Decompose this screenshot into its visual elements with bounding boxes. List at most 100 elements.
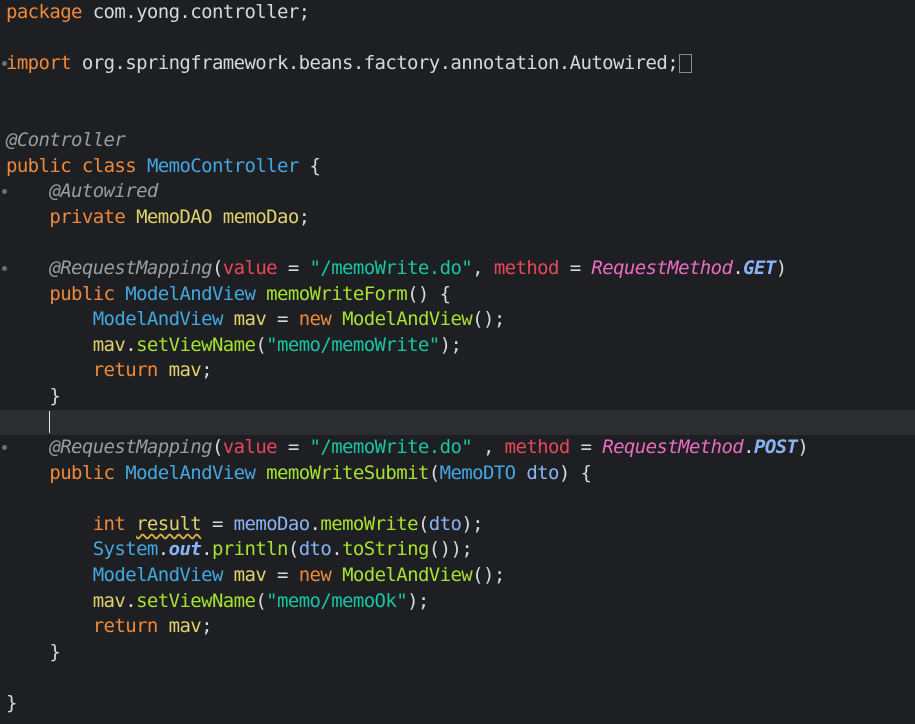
code-token-string: "/memoWrite.do" [309, 256, 473, 279]
code-token-default: ; [201, 359, 212, 382]
code-token-string: "memo/memoWrite" [266, 333, 440, 356]
fold-marker-icon[interactable] [2, 265, 7, 271]
code-line[interactable] [6, 230, 915, 256]
code-token-string: "memo/memoOk" [266, 589, 408, 612]
code-token-default: ); [407, 589, 429, 612]
code-token-default: ) [775, 256, 787, 279]
code-token-default: . [201, 538, 212, 561]
code-token-annotation: @RequestMapping [49, 436, 212, 459]
code-line[interactable]: return mav; [6, 614, 915, 640]
code-token-type: MemoDTO [439, 461, 516, 484]
code-line[interactable]: import org.springframework.beans.factory… [2, 51, 915, 77]
code-line[interactable]: public ModelAndView memoWriteForm() { [6, 282, 915, 308]
code-line[interactable]: } [6, 691, 915, 717]
code-token-default [158, 615, 169, 637]
code-line[interactable]: @Autowired [2, 179, 915, 205]
code-line[interactable]: } [6, 640, 915, 666]
code-line[interactable]: @Controller [6, 128, 915, 154]
code-token-method: memoWriteForm [266, 282, 408, 305]
code-line[interactable] [6, 102, 915, 128]
code-token-default: com.yong.controller; [81, 1, 310, 23]
code-token-default: , [472, 436, 505, 459]
code-token-default: ()); [428, 538, 473, 561]
code-token-identifier: mav [92, 333, 126, 356]
code-line[interactable]: @RequestMapping(value = "/memoWrite.do",… [2, 256, 915, 282]
code-token-default: = [569, 436, 603, 459]
code-editor[interactable]: package com.yong.controller; import org.s… [0, 0, 915, 724]
code-line[interactable]: @RequestMapping(value = "/memoWrite.do" … [2, 435, 915, 461]
code-token-default: ) [797, 436, 809, 459]
code-line[interactable]: public ModelAndView memoWriteSubmit(Memo… [6, 461, 915, 487]
code-token-default [6, 334, 93, 356]
code-token-method: setViewName [136, 333, 256, 356]
code-line[interactable]: int result = memoDao.memoWrite(dto); [6, 512, 915, 538]
fold-marker-icon[interactable] [2, 188, 7, 194]
code-token-identifier: result [136, 512, 202, 535]
code-line[interactable]: return mav; [6, 358, 915, 384]
code-line[interactable] [6, 77, 915, 103]
code-token-default [223, 564, 234, 586]
code-line[interactable]: System.out.println(dto.toString()); [6, 537, 915, 563]
code-token-default [114, 283, 125, 305]
code-token-default: = [266, 308, 299, 331]
fold-marker-icon[interactable] [2, 444, 7, 450]
code-token-default: . [309, 512, 321, 535]
code-line[interactable]: ModelAndView mav = new ModelAndView(); [6, 307, 915, 333]
code-line[interactable]: ModelAndView mav = new ModelAndView(); [6, 563, 915, 589]
code-token-attribute: method [504, 436, 571, 459]
code-line[interactable]: mav.setViewName("memo/memoOk"); [6, 589, 915, 615]
code-token-default [255, 283, 266, 305]
current-code-line[interactable] [0, 409, 915, 436]
code-token-default [114, 462, 125, 484]
code-token-attribute: value [222, 436, 278, 459]
code-token-keyword: int [92, 512, 126, 535]
code-token-keyword: new [298, 308, 332, 331]
code-line[interactable]: } [6, 384, 915, 410]
code-token-default: ); [439, 333, 462, 356]
code-token-default [158, 359, 169, 381]
code-token-default [331, 564, 342, 586]
code-line[interactable] [6, 665, 915, 691]
code-token-default [6, 590, 93, 612]
code-token-identifier: mav [92, 589, 126, 612]
code-line[interactable] [6, 486, 915, 512]
code-token-default: () { [407, 282, 451, 305]
code-token-annotation: @RequestMapping [49, 256, 212, 279]
code-token-default: } [6, 692, 17, 715]
code-token-identifier: mav [168, 615, 202, 638]
code-token-default: . [125, 589, 137, 612]
code-line[interactable]: public class MemoController { [6, 154, 915, 180]
code-token-default: = [558, 256, 592, 279]
code-token-default [6, 436, 49, 458]
code-token-field: dto [298, 538, 332, 561]
code-token-default: } [6, 384, 61, 407]
code-token-keyword: class [81, 154, 137, 177]
code-token-default: , [472, 256, 494, 279]
code-token-default [6, 308, 93, 330]
code-token-method: println [211, 538, 288, 561]
code-token-default: } [6, 640, 61, 663]
code-token-method: memoWriteSubmit [266, 461, 429, 484]
code-token-method: memoWrite [320, 512, 418, 535]
code-line[interactable]: mav.setViewName("memo/memoWrite"); [6, 333, 915, 359]
code-token-default: ( [211, 436, 223, 459]
code-token-default: { [298, 154, 321, 177]
code-line[interactable]: private MemoDAO memoDao; [6, 205, 915, 231]
code-token-identifier: mav [233, 308, 267, 331]
code-token-default: = [277, 256, 310, 279]
code-token-field: memoDao [233, 512, 310, 535]
code-token-string: "/memoWrite.do" [309, 436, 473, 459]
code-line[interactable] [6, 26, 915, 52]
code-line[interactable]: package com.yong.controller; [6, 0, 915, 26]
code-token-identifier: mav [233, 564, 267, 587]
collapsed-imports-icon[interactable] [679, 54, 693, 74]
code-token-method: setViewName [136, 589, 256, 612]
code-token-type: ModelAndView [125, 282, 256, 305]
code-token-default [6, 564, 93, 586]
code-token-default [6, 513, 93, 535]
code-lines[interactable]: package com.yong.controller; import org.s… [0, 0, 915, 717]
code-token-default: . [331, 538, 343, 561]
fold-marker-icon[interactable] [2, 60, 7, 66]
code-token-constant: RequestMethod [602, 436, 744, 459]
code-token-field: out [168, 538, 202, 561]
